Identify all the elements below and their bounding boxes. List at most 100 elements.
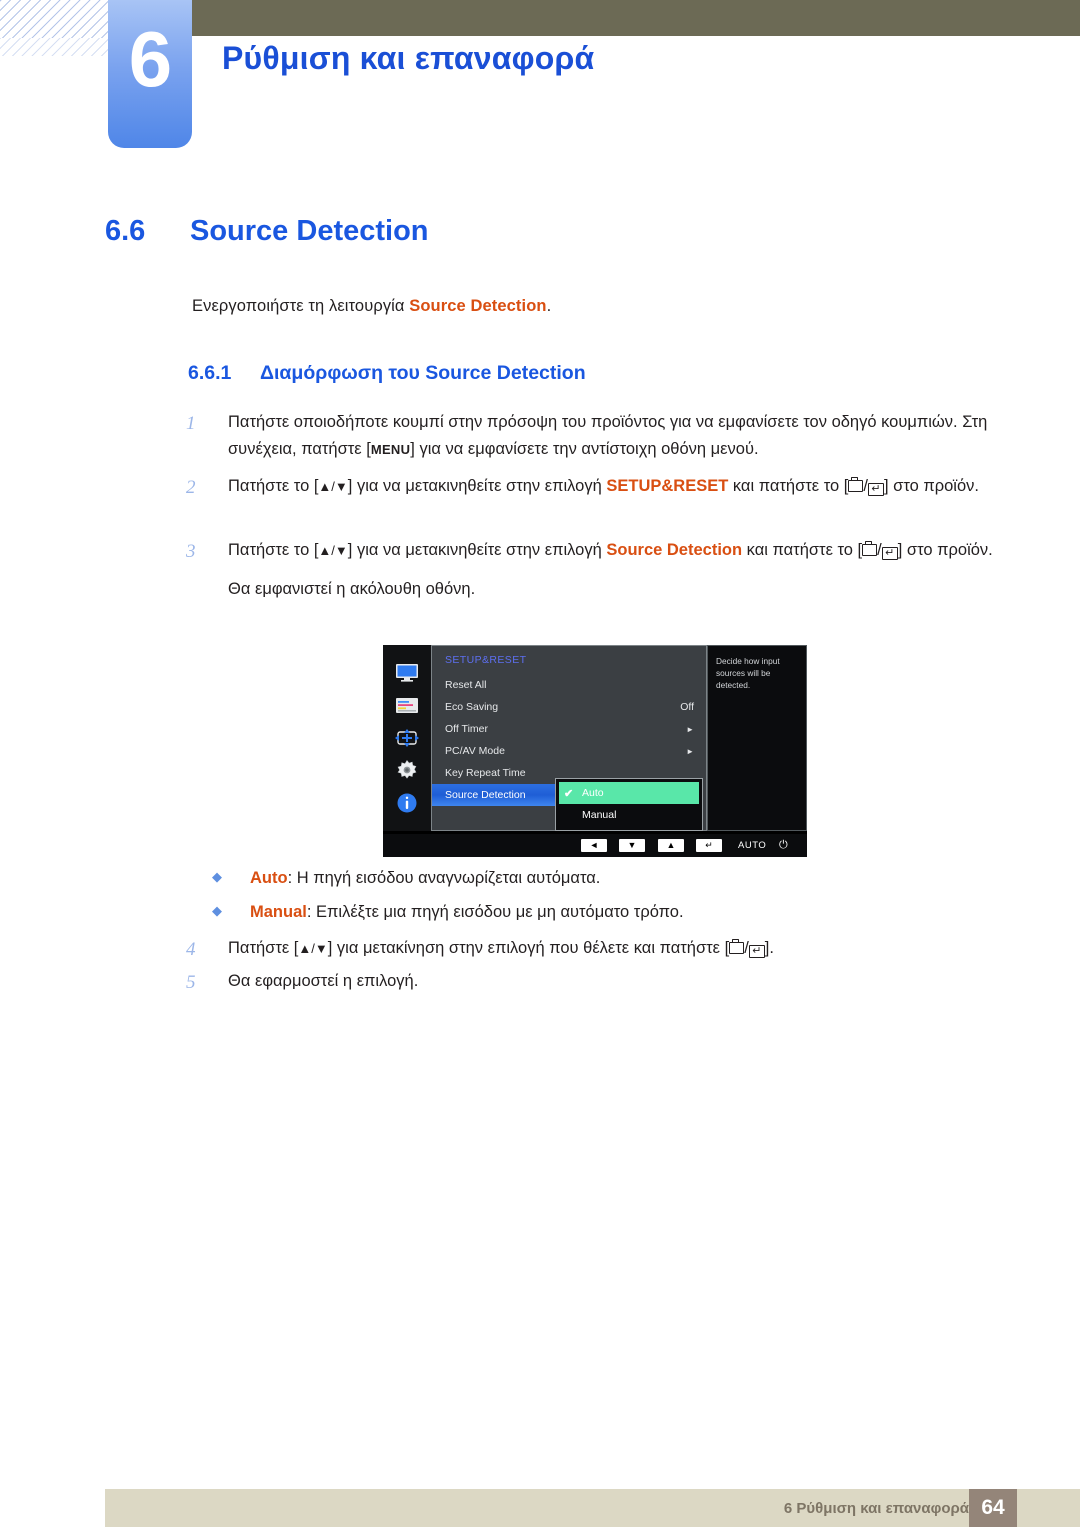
tab-key-icon	[729, 939, 745, 954]
bullet-description: : Η πηγή εισόδου αναγνωρίζεται αυτόματα.	[287, 869, 601, 887]
chapter-number: 6	[128, 15, 172, 103]
step-emphasis: SETUP&RESET	[606, 477, 729, 495]
step-text: Πατήστε το [▲/▼] για να μετακινηθείτε στ…	[228, 537, 1016, 602]
decorative-hatch-pattern	[0, 0, 112, 38]
section-title: Source Detection	[190, 215, 429, 247]
step-text-c: και πατήστε το [	[742, 541, 863, 559]
intro-emphasis: Source Detection	[409, 297, 547, 315]
osd-row-reset-all[interactable]: Reset All	[432, 674, 706, 696]
osd-row-label: Source Detection	[445, 789, 526, 801]
bullet-item-auto: ◆ Auto: Η πηγή εισόδου αναγνωρίζεται αυτ…	[212, 865, 600, 891]
footer-page-number: 64	[969, 1489, 1017, 1527]
step-item-3: 3 Πατήστε το [▲/▼] για να μετακινηθείτε …	[186, 537, 1016, 602]
subsection-number: 6.6.1	[188, 362, 232, 384]
step-item-1: 1 Πατήστε οποιοδήποτε κουμπί στην πρόσοψ…	[186, 409, 1016, 462]
osd-submenu-label: Auto	[582, 787, 604, 799]
osd-submenu-source-detection: ✔ Auto ✔ Manual	[555, 778, 703, 831]
osd-row-chevron-icon: ►	[686, 746, 694, 756]
step-marker: 3	[186, 541, 196, 562]
up-arrow-button-icon[interactable]: ▲	[658, 839, 684, 852]
color-bars-icon	[394, 694, 420, 716]
osd-row-pc-av-mode[interactable]: PC/AV Mode ►	[432, 740, 706, 762]
osd-row-label: Reset All	[445, 679, 487, 691]
osd-submenu-item-manual[interactable]: ✔ Manual	[559, 804, 699, 826]
down-arrow-button-icon[interactable]: ▼	[619, 839, 645, 852]
osd-row-label: PC/AV Mode	[445, 745, 505, 757]
decorative-hatch-pattern-lower	[0, 38, 112, 56]
step-text-b: ] για μετακίνηση στην επιλογή που θέλετε…	[327, 939, 730, 957]
key-menu: MENU	[370, 441, 411, 457]
checkmark-icon: ✔	[564, 787, 574, 800]
step-marker: 5	[186, 972, 196, 993]
section-number: 6.6	[105, 215, 146, 247]
osd-icon-sidebar	[383, 645, 431, 831]
bullet-dot-icon: ◆	[212, 903, 222, 918]
power-button-icon[interactable]: ⏻	[779, 839, 788, 852]
enter-key-icon	[881, 547, 898, 560]
step-text-a: Πατήστε το [	[228, 541, 319, 559]
checkmark-placeholder-icon: ✔	[564, 809, 582, 822]
step-text-d: ] στο προϊόν.	[883, 477, 979, 495]
arrow-keys-glyph: ▲/▼	[318, 543, 348, 558]
step-item-2: 2 Πατήστε το [▲/▼] για να μετακινηθείτε …	[186, 473, 1016, 504]
step-text: Πατήστε [▲/▼] για μετακίνηση στην επιλογ…	[228, 935, 1016, 966]
bullet-item-manual: ◆ Manual: Επιλέξτε μια πηγή εισόδου με μ…	[212, 899, 684, 925]
subsection-title: Διαμόρφωση του Source Detection	[260, 362, 586, 384]
osd-help-panel: Decide how input sources will be detecte…	[707, 645, 807, 831]
header-olive-bar	[191, 0, 1080, 36]
intro-prefix: Ενεργοποιήστε τη λειτουργία	[192, 297, 410, 315]
step-text-b: ] για να εμφανίσετε την αντίστοιχη οθόνη…	[410, 439, 759, 458]
osd-row-label: Eco Saving	[445, 701, 499, 713]
osd-row-value: Off	[680, 701, 694, 713]
chapter-title: Ρύθμιση και επαναφορά	[222, 40, 595, 76]
step-text: Πατήστε το [▲/▼] για να μετακινηθείτε στ…	[228, 473, 1016, 504]
step-text-d: ].	[764, 939, 774, 957]
enter-button-icon[interactable]: ↵	[696, 839, 722, 852]
intro-suffix: .	[546, 297, 552, 315]
auto-button-label[interactable]: AUTO	[738, 840, 766, 851]
osd-row-label: Key Repeat Time	[445, 767, 526, 779]
section-heading: 6.6 Source Detection	[105, 215, 429, 248]
osd-row-eco-saving[interactable]: Eco Saving Off	[432, 696, 706, 718]
step-note: Θα εμφανιστεί η ακόλουθη οθόνη.	[228, 579, 476, 598]
bullet-dot-icon: ◆	[212, 869, 222, 884]
step-text: Πατήστε οποιοδήποτε κουμπί στην πρόσοψη …	[228, 409, 1016, 462]
subsection-heading: 6.6.1 Διαμόρφωση του Source Detection	[188, 362, 586, 385]
gear-icon	[394, 759, 420, 782]
step-text: Θα εφαρμοστεί η επιλογή.	[228, 972, 419, 990]
osd-row-label: Off Timer	[445, 723, 488, 735]
osd-submenu-label: Manual	[582, 809, 617, 821]
bullet-text: Manual: Επιλέξτε μια πηγή εισόδου με μη …	[250, 899, 684, 925]
step-text-c: και πατήστε το [	[728, 477, 849, 495]
osd-button-bar: ◄ ▼ ▲ ↵ AUTO ⏻	[383, 834, 807, 857]
arrow-keys-glyph: ▲/▼	[298, 941, 328, 956]
arrow-keys-glyph: ▲/▼	[318, 479, 348, 494]
step-text-b: ] για να μετακινηθείτε στην επιλογή	[347, 541, 607, 559]
tab-key-icon	[862, 541, 878, 556]
step-emphasis: Source Detection	[606, 541, 743, 559]
step-text-b: ] για να μετακινηθείτε στην επιλογή	[347, 477, 607, 495]
osd-row-chevron-icon: ►	[686, 724, 694, 734]
osd-submenu-item-auto[interactable]: ✔ Auto	[559, 782, 699, 804]
step-text-a: Πατήστε [	[228, 939, 299, 957]
position-arrows-icon	[394, 727, 420, 749]
info-icon	[394, 792, 420, 814]
step-item-4: 4 Πατήστε [▲/▼] για μετακίνηση στην επιλ…	[186, 935, 1016, 966]
step-text-a: Πατήστε το [	[228, 477, 319, 495]
step-marker: 2	[186, 477, 196, 498]
step-item-5: 5 Θα εφαρμοστεί η επιλογή.	[186, 968, 1016, 999]
osd-screenshot-figure: SETUP&RESET Reset All Eco Saving Off Off…	[383, 645, 807, 857]
enter-key-icon	[867, 483, 884, 496]
bullet-term: Manual	[250, 903, 307, 921]
chapter-number-tab: 6	[108, 0, 192, 148]
step-marker: 4	[186, 939, 196, 960]
display-icon	[394, 662, 420, 684]
osd-row-off-timer[interactable]: Off Timer ►	[432, 718, 706, 740]
step-marker: 1	[186, 413, 196, 434]
left-arrow-button-icon[interactable]: ◄	[581, 839, 607, 852]
osd-menu-title: SETUP&RESET	[445, 654, 527, 666]
tab-key-icon	[848, 477, 864, 492]
intro-paragraph: Ενεργοποιήστε τη λειτουργία Source Detec…	[192, 297, 551, 316]
footer-chapter-label: 6 Ρύθμιση και επαναφορά	[783, 1500, 969, 1517]
bullet-text: Auto: Η πηγή εισόδου αναγνωρίζεται αυτόμ…	[250, 865, 600, 891]
